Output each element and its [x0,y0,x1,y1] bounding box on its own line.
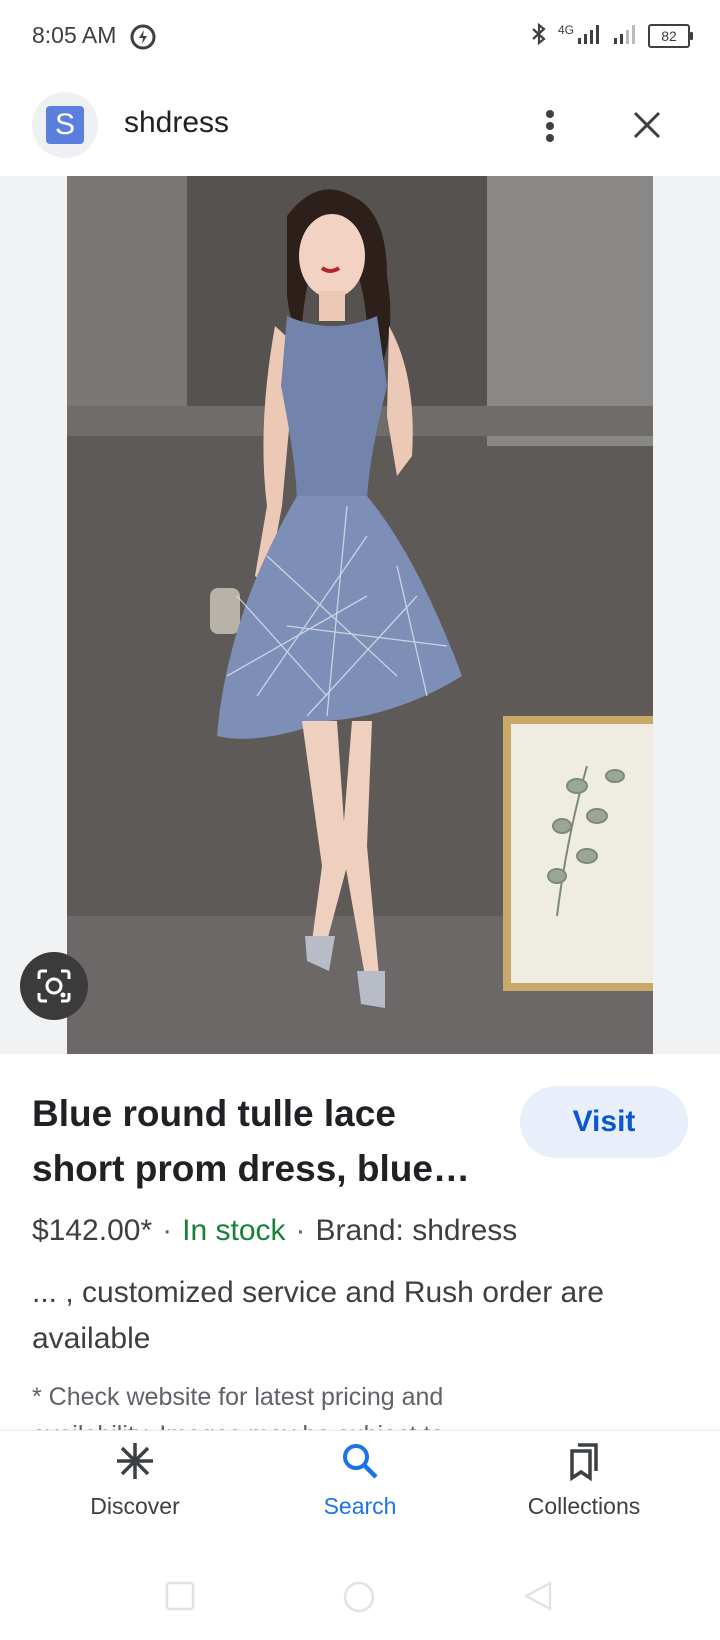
bluetooth-icon [530,22,548,51]
dress-photo-illustration [67,176,653,1054]
image-preview-area [0,176,720,1054]
separator-1: · [162,1214,173,1247]
product-image[interactable] [67,176,653,1054]
back-button[interactable] [522,1580,554,1617]
close-button[interactable] [622,100,672,150]
visit-button[interactable]: Visit [520,1086,688,1158]
nav-search-label: Search [323,1493,397,1519]
nav-discover[interactable]: Discover [35,1441,235,1541]
separator-2: · [295,1214,306,1247]
nav-search[interactable]: Search [260,1441,460,1541]
home-button[interactable] [342,1580,376,1619]
nav-collections-label: Collections [527,1493,641,1519]
back-triangle-icon [524,1581,552,1611]
battery-icon: 82 [648,24,693,48]
bottom-navigation: Discover Search Collections [0,1430,720,1551]
stock-status: In stock [182,1214,286,1247]
asterisk-icon [117,1443,153,1479]
nav-discover-label: Discover [90,1493,180,1519]
product-description: ... , customized service and Rush order … [32,1276,604,1355]
result-header: S shdress [0,80,720,176]
status-icons: 4G 82 [530,22,693,51]
product-title[interactable]: Blue round tulle lace short prom dress, … [32,1086,492,1196]
more-vert-icon [546,110,554,142]
signal-icon-2 [612,23,638,50]
google-lens-icon [37,969,71,1003]
system-navigation-bar [0,1560,720,1640]
data-saver-icon [130,24,156,55]
pricing-note: * Check website for latest pricing and a… [32,1383,444,1432]
status-time: 8:05 AM [32,22,117,48]
square-icon [165,1581,195,1611]
close-icon [633,111,661,139]
status-bar: 8:05 AM 4G 82 [0,0,720,72]
search-icon [343,1444,378,1479]
recent-apps-button[interactable] [164,1580,196,1617]
nav-collections[interactable]: Collections [484,1441,684,1541]
site-avatar-letter: S [46,106,84,144]
signal-icon [576,23,602,50]
circle-icon [343,1581,375,1613]
brand: Brand: shdress [315,1214,518,1247]
more-options-button[interactable] [530,98,570,154]
site-name[interactable]: shdress [124,106,229,140]
site-avatar: S [32,92,98,158]
price: $142.00* [32,1214,153,1247]
battery-level: 82 [661,28,677,44]
bookmarks-icon [570,1443,598,1481]
network-label: 4G [557,23,574,37]
google-lens-button[interactable] [20,952,88,1020]
price-line: $142.00* · In stock · Brand: shdress [32,1214,517,1248]
